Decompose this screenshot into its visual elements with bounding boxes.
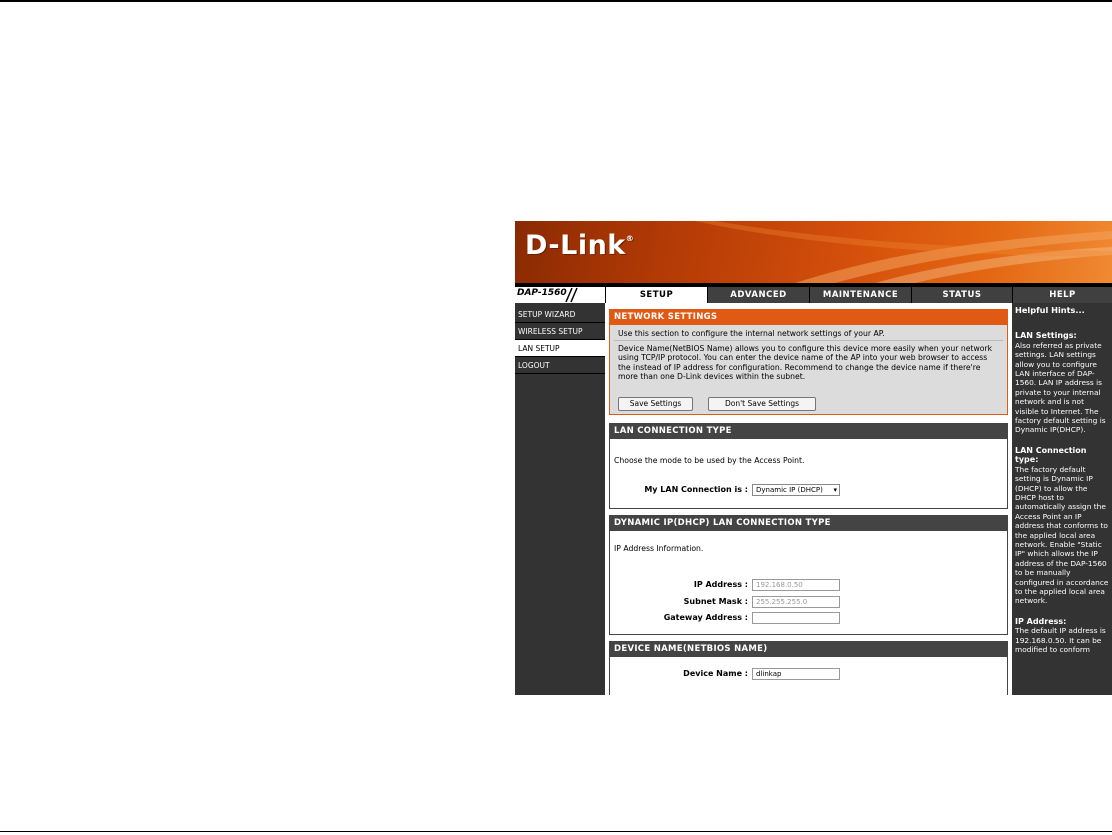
ip-address-label: IP Address : (693, 580, 748, 589)
top-nav: DAP-1560 SETUP ADVANCED MAINTENANCE STAT… (515, 287, 1112, 303)
hint-text-lan-connection-type: The factory default setting is Dynamic I… (1015, 464, 1109, 606)
page-top-rule (0, 0, 1112, 2)
subnet-mask-label: Subnet Mask : (683, 597, 748, 606)
tab-help[interactable]: HELP (1012, 287, 1112, 303)
subnet-mask-input[interactable]: 255.255.255.0 (752, 596, 840, 608)
lan-connection-label: My LAN Connection is : (644, 485, 748, 494)
hint-heading-lan-connection-type: LAN Connection type: (1015, 445, 1087, 465)
lan-connection-select[interactable]: Dynamic IP (DHCP) ▾ (752, 484, 840, 496)
section-title: NETWORK SETTINGS (610, 310, 1007, 325)
intro-text: Use this section to configure the intern… (618, 329, 885, 338)
helpful-hints-panel: Helpful Hints... LAN Settings: Also refe… (1012, 303, 1112, 695)
hints-title: Helpful Hints... (1015, 305, 1085, 315)
router-admin-window: D-Link® DAP-1560 SETUP ADVANCED MAINTENA… (515, 221, 1112, 695)
sidebar-item-wireless-setup[interactable]: WIRELESS SETUP (515, 323, 605, 340)
mode-prompt: Choose the mode to be used by the Access… (614, 456, 805, 465)
hint-heading-ip-address: IP Address: (1015, 616, 1067, 626)
device-name-label: Device Name : (683, 669, 748, 678)
page-bottom-rule (0, 831, 1112, 832)
tab-advanced[interactable]: ADVANCED (707, 287, 809, 303)
section-title: DEVICE NAME(NETBIOS NAME) (610, 642, 1007, 657)
gateway-address-input[interactable] (752, 612, 840, 624)
tab-setup[interactable]: SETUP (605, 287, 707, 303)
network-settings-section: NETWORK SETTINGS Use this section to con… (609, 309, 1008, 415)
dont-save-settings-button[interactable]: Don't Save Settings (708, 397, 816, 411)
device-name-section: DEVICE NAME(NETBIOS NAME) Device Name : … (609, 641, 1008, 695)
gateway-address-label: Gateway Address : (663, 613, 748, 622)
description-text: Device Name(NetBIOS Name) allows you to … (618, 344, 993, 382)
tab-status[interactable]: STATUS (911, 287, 1012, 303)
main-content: NETWORK SETTINGS Use this section to con… (605, 303, 1012, 695)
section-title: LAN CONNECTION TYPE (610, 424, 1007, 439)
slash-divider-icon (565, 287, 578, 303)
brand-banner: D-Link® (515, 221, 1112, 283)
dlink-logo: D-Link® (525, 230, 635, 261)
tab-maintenance[interactable]: MAINTENANCE (809, 287, 911, 303)
model-badge: DAP-1560 (515, 287, 605, 303)
ip-info-text: IP Address Information. (614, 544, 704, 553)
sidebar-item-lan-setup[interactable]: LAN SETUP (515, 340, 605, 357)
section-title: DYNAMIC IP(DHCP) LAN CONNECTION TYPE (610, 516, 1007, 531)
save-settings-button[interactable]: Save Settings (618, 397, 693, 411)
sidebar: SETUP WIZARD WIRELESS SETUP LAN SETUP LO… (515, 303, 605, 695)
chevron-down-icon: ▾ (833, 486, 837, 494)
lan-connection-type-section: LAN CONNECTION TYPE Choose the mode to b… (609, 423, 1008, 509)
hint-text-ip-address: The default IP address is 192.168.0.50. … (1015, 626, 1106, 654)
dhcp-connection-section: DYNAMIC IP(DHCP) LAN CONNECTION TYPE IP … (609, 515, 1008, 635)
hint-text-lan-settings: Also referred as private settings. LAN s… (1015, 340, 1106, 435)
ip-address-input[interactable]: 192.168.0.50 (752, 579, 840, 591)
hint-heading-lan-settings: LAN Settings: (1015, 331, 1077, 341)
sidebar-item-logout[interactable]: LOGOUT (515, 357, 605, 374)
sidebar-item-setup-wizard[interactable]: SETUP WIZARD (515, 306, 605, 323)
device-name-input[interactable]: dlinkap (752, 668, 840, 680)
